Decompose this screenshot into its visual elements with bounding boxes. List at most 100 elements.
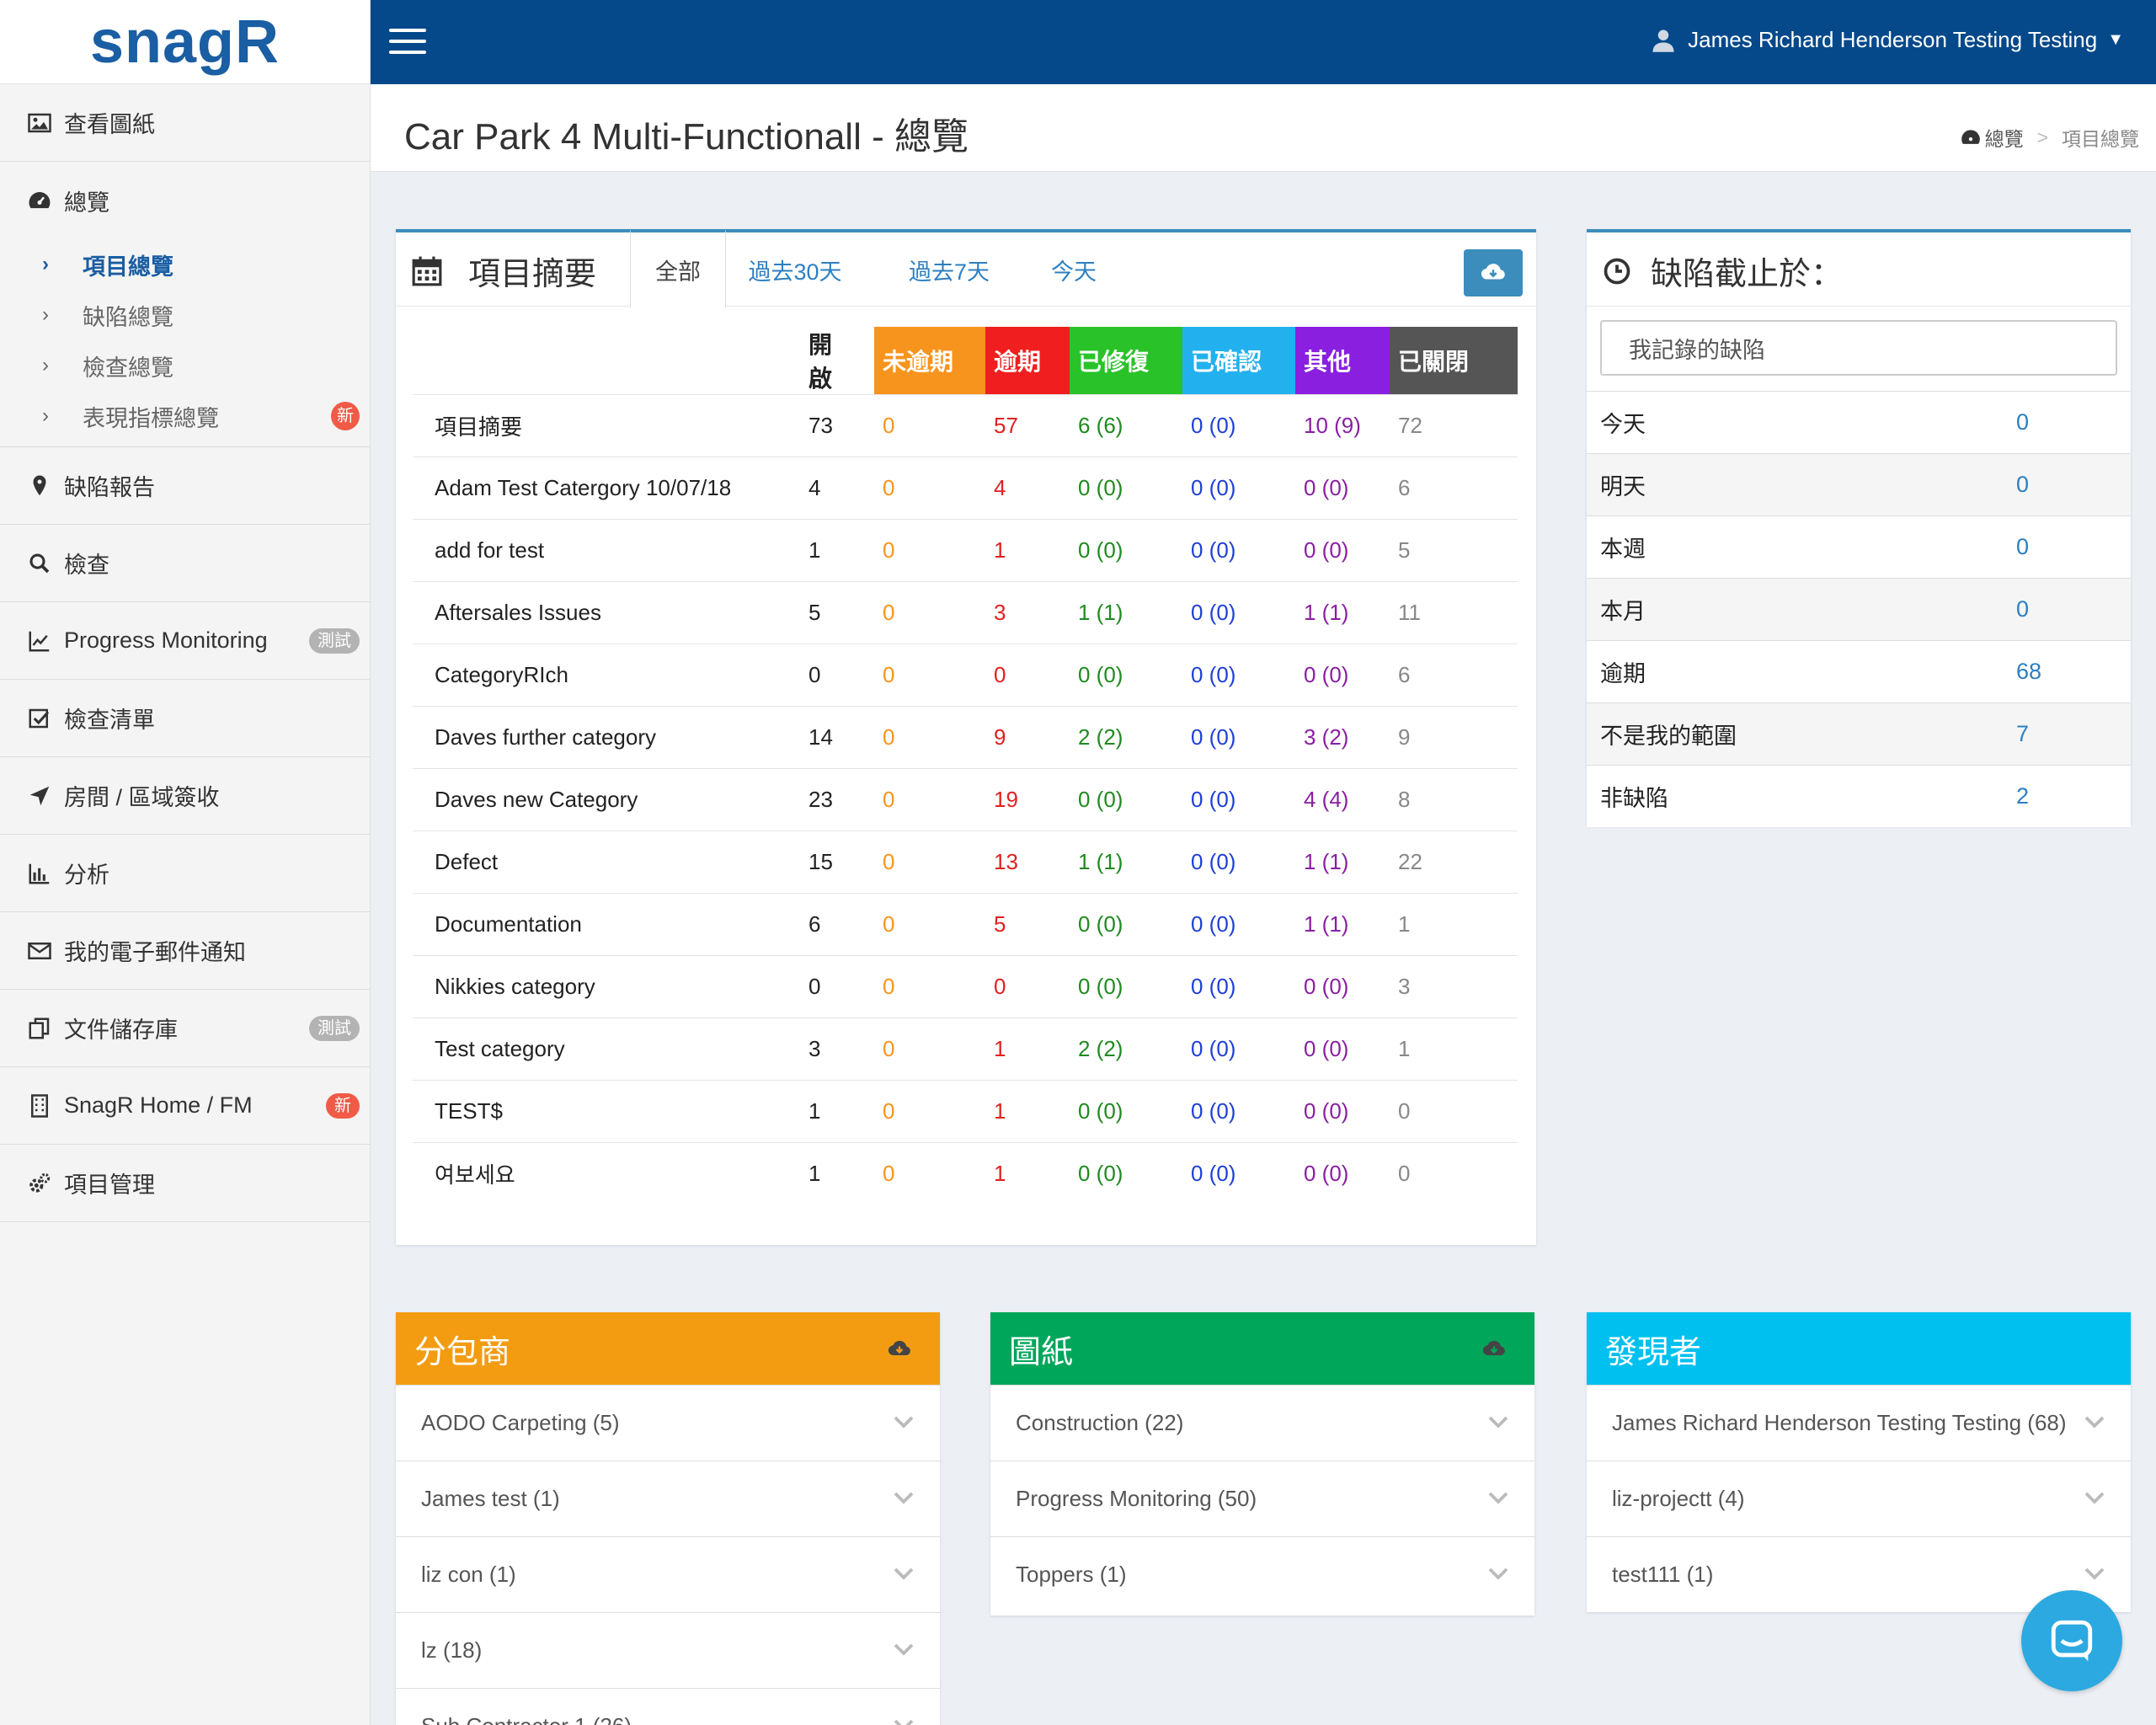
cloud-download-icon[interactable] xyxy=(888,1338,911,1361)
chevron-down-icon[interactable] xyxy=(891,1637,916,1662)
cell-open: 14 xyxy=(800,706,874,769)
table-row[interactable]: Daves new Category 23 0 19 0 (0) 0 (0) 4 (4) 8 xyxy=(413,768,1518,831)
chevron-down-icon[interactable] xyxy=(891,1712,916,1725)
table-row[interactable]: Documentation 6 0 5 0 (0) 0 (0) 1 (1) 1 xyxy=(413,893,1518,956)
cell-fixed: 0 (0) xyxy=(1070,1142,1182,1205)
chevron-down-icon[interactable] xyxy=(891,1485,916,1510)
sidebar-subitem-kpi-overview[interactable]: › 表現指標總覽 新 xyxy=(0,391,370,441)
hamburger-menu-icon[interactable] xyxy=(389,29,426,56)
cell-open: 1 xyxy=(800,1080,874,1143)
list-item[interactable]: lz (18) xyxy=(396,1612,940,1688)
table-row[interactable]: Test category 3 0 1 2 (2) 0 (0) 0 (0) 1 xyxy=(413,1017,1518,1081)
table-row[interactable]: 項目摘要 73 0 57 6 (6) 0 (0) 10 (9) 72 xyxy=(413,394,1518,457)
download-button[interactable] xyxy=(1464,249,1523,296)
sidebar-item-email-notifications[interactable]: 我的電子郵件通知 xyxy=(0,912,370,990)
defects-due-row[interactable]: 不是我的範圍 7 xyxy=(1587,702,2131,765)
sidebar-subitem-defect-overview[interactable]: › 缺陷總覽 xyxy=(0,290,370,340)
defects-due-count[interactable]: 0 xyxy=(2016,472,2029,498)
cell-conf: 0 (0) xyxy=(1182,644,1295,707)
table-row[interactable]: add for test 1 0 1 0 (0) 0 (0) 0 (0) 5 xyxy=(413,519,1518,582)
sidebar-item-checklist[interactable]: 檢查清單 xyxy=(0,680,370,757)
list-item[interactable]: James Richard Henderson Testing Testing … xyxy=(1587,1385,2131,1461)
row-name: Defect xyxy=(413,830,800,894)
page-title: Car Park 4 Multi-Functionall - 總覽 xyxy=(404,116,969,158)
table-row[interactable]: TEST$ 1 0 1 0 (0) 0 (0) 0 (0) 0 xyxy=(413,1080,1518,1143)
defect-filter-select[interactable]: 我記錄的缺陷 xyxy=(1600,320,2117,376)
chevron-down-icon[interactable] xyxy=(2082,1485,2107,1510)
cell-over: 4 xyxy=(985,457,1070,520)
table-row[interactable]: 여보세요 1 0 1 0 (0) 0 (0) 0 (0) 0 xyxy=(413,1142,1518,1205)
cell-over: 0 xyxy=(985,644,1070,707)
chevron-down-icon[interactable] xyxy=(1486,1409,1511,1434)
cloud-download-icon[interactable] xyxy=(1482,1338,1506,1361)
panel-title: 缺陷截止於： xyxy=(1602,248,1843,294)
list-item[interactable]: liz con (1) xyxy=(396,1536,940,1612)
defects-due-row[interactable]: 今天 0 xyxy=(1587,391,2131,453)
header-open: 開啟 xyxy=(808,332,833,392)
list-item[interactable]: Sub Contractor 1 (26) xyxy=(396,1688,940,1725)
header-not-overdue: 未逾期 xyxy=(874,327,985,395)
cell-open: 0 xyxy=(800,955,874,1018)
sidebar-item-progress-monitoring[interactable]: Progress Monitoring 測試 xyxy=(0,602,370,680)
logo[interactable]: snagR xyxy=(0,0,370,84)
defects-due-count[interactable]: 0 xyxy=(2016,409,2029,435)
chevron-down-icon[interactable] xyxy=(2082,1561,2107,1586)
cell-conf: 0 (0) xyxy=(1182,768,1295,831)
chevron-down-icon[interactable] xyxy=(1486,1561,1511,1586)
defects-due-row[interactable]: 明天 0 xyxy=(1587,453,2131,515)
cell-closed: 6 xyxy=(1390,644,1518,707)
cell-fixed: 2 (2) xyxy=(1070,706,1182,769)
sidebar-item-inspection[interactable]: 檢查 xyxy=(0,525,370,602)
chevron-down-icon[interactable] xyxy=(891,1561,916,1586)
tab-last-7-days[interactable]: 過去7天 xyxy=(891,232,1007,307)
sidebar-item-label: 檢查清單 xyxy=(64,708,155,733)
list-item[interactable]: Progress Monitoring (50) xyxy=(990,1461,1534,1536)
tab-today[interactable]: 今天 xyxy=(1038,232,1110,307)
tab-all[interactable]: 全部 xyxy=(630,229,726,307)
header-fixed: 已修復 xyxy=(1070,327,1182,395)
defects-due-count[interactable]: 68 xyxy=(2016,659,2041,685)
chevron-down-icon[interactable] xyxy=(1486,1485,1511,1510)
table-row[interactable]: Adam Test Catergory 10/07/18 4 0 4 0 (0) 0 (0… xyxy=(413,457,1518,520)
sidebar-item-defect-report[interactable]: 缺陷報告 xyxy=(0,447,370,525)
list-item[interactable]: James test (1) xyxy=(396,1461,940,1536)
defects-due-row[interactable]: 本週 0 xyxy=(1587,515,2131,578)
user-menu[interactable]: James Richard Henderson Testing Testing … xyxy=(1651,27,2124,53)
defects-due-count[interactable]: 2 xyxy=(2016,783,2029,809)
sidebar-subitem-project-overview[interactable]: › 項目總覽 xyxy=(0,239,370,290)
cell-conf: 0 (0) xyxy=(1182,1080,1295,1143)
table-row[interactable]: CategoryRIch 0 0 0 0 (0) 0 (0) 0 (0) 6 xyxy=(413,644,1518,707)
tab-last-30-days[interactable]: 過去30天 xyxy=(733,232,857,307)
table-row[interactable]: Nikkies category 0 0 0 0 (0) 0 (0) 0 (0) 3 xyxy=(413,955,1518,1018)
table-row[interactable]: Defect 15 0 13 1 (1) 0 (0) 1 (1) 22 xyxy=(413,830,1518,894)
sidebar-subitem-inspection-overview[interactable]: › 檢查總覽 xyxy=(0,340,370,391)
cell-conf: 0 (0) xyxy=(1182,1142,1295,1205)
new-badge: 新 xyxy=(326,1092,360,1119)
list-item[interactable]: AODO Carpeting (5) xyxy=(396,1385,940,1461)
defects-due-count[interactable]: 0 xyxy=(2016,534,2029,560)
sidebar-item-document-repository[interactable]: 文件儲存庫 測試 xyxy=(0,990,370,1067)
sidebar-item-view-drawings[interactable]: 查看圖紙 xyxy=(0,84,370,162)
list-item[interactable]: Toppers (1) xyxy=(990,1536,1534,1612)
sidebar-item-snagr-home[interactable]: SnagR Home / FM 新 xyxy=(0,1067,370,1145)
list-item[interactable]: Construction (22) xyxy=(990,1385,1534,1461)
defects-due-row[interactable]: 逾期 68 xyxy=(1587,640,2131,702)
table-row[interactable]: Aftersales Issues 5 0 3 1 (1) 0 (0) 1 (1) 11 xyxy=(413,581,1518,644)
table-row[interactable]: Daves further category 14 0 9 2 (2) 0 (0) 3 (2… xyxy=(413,706,1518,769)
chat-button[interactable] xyxy=(2021,1590,2122,1691)
sidebar-item-project-management[interactable]: 項目管理 xyxy=(0,1145,370,1222)
defects-due-count[interactable]: 7 xyxy=(2016,721,2029,747)
cell-closed: 6 xyxy=(1390,457,1518,520)
sidebar-item-analysis[interactable]: 分析 xyxy=(0,835,370,912)
defects-due-row[interactable]: 本月 0 xyxy=(1587,578,2131,640)
cell-conf: 0 (0) xyxy=(1182,955,1295,1018)
calendar-icon xyxy=(412,256,442,286)
defects-due-count[interactable]: 0 xyxy=(2016,596,2029,622)
chevron-down-icon[interactable] xyxy=(2082,1409,2107,1434)
list-item[interactable]: liz-projectt (4) xyxy=(1587,1461,2131,1536)
defects-due-row[interactable]: 非缺陷 2 xyxy=(1587,765,2131,827)
sidebar-item-overview[interactable]: 總覽 xyxy=(0,162,370,239)
breadcrumb-link[interactable]: 總覽 xyxy=(1985,123,2024,152)
sidebar-item-room-signoff[interactable]: 房間 / 區域簽收 xyxy=(0,757,370,835)
chevron-down-icon[interactable] xyxy=(891,1409,916,1434)
